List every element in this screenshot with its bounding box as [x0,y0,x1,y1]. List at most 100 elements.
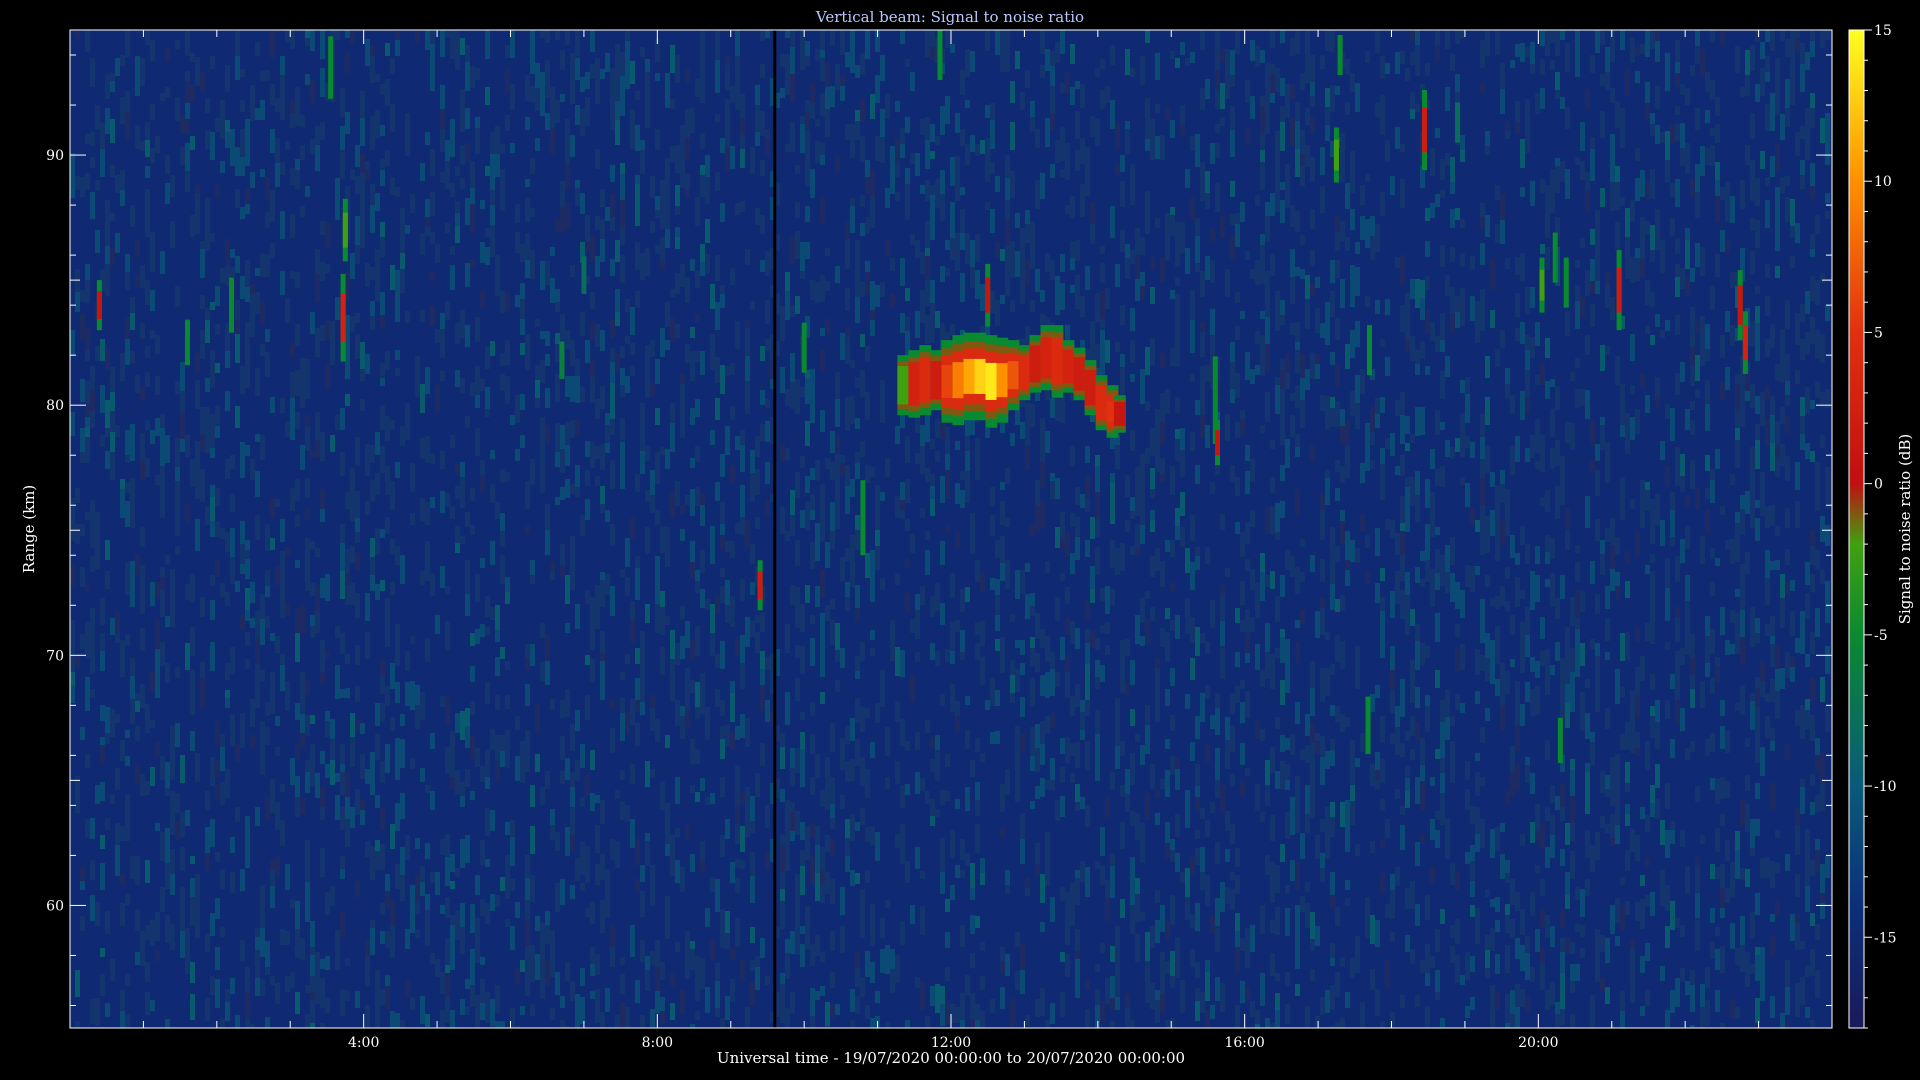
noise-cell [805,906,810,931]
noise-cell [950,830,955,858]
noise-cell [1395,867,1400,886]
noise-cell [1540,964,1545,990]
noise-cell [320,848,325,877]
noise-cell [1015,726,1020,748]
noise-cell [600,386,605,409]
noise-cell [240,727,245,748]
noise-cell [1635,71,1640,83]
noise-cell [480,1003,485,1020]
noise-cell [200,72,205,92]
noise-cell [160,642,165,666]
noise-cell [980,284,985,311]
noise-cell [660,208,665,229]
noise-cell [120,740,125,761]
noise-cell [85,512,90,520]
noise-cell [735,787,740,805]
noise-cell [1005,30,1010,46]
noise-cell [1005,219,1010,246]
noise-cell [1065,166,1070,180]
noise-cell [1405,935,1410,952]
noise-cell [715,1008,720,1017]
noise-cell [1315,1016,1320,1024]
noise-cell [525,334,530,346]
noise-cell [1160,458,1165,474]
noise-cell [1230,465,1235,482]
noise-cell [1550,926,1555,947]
noise-cell [570,835,575,851]
noise-cell [960,233,965,250]
noise-cell [580,744,585,768]
noise-cell [645,833,650,841]
noise-cell [265,524,270,551]
noise-cell [540,261,545,290]
noise-cell [1425,560,1430,582]
noise-cell [1475,834,1480,852]
noise-cell [190,627,195,656]
noise-cell [1240,702,1245,723]
noise-cell [105,219,110,238]
noise-cell [245,188,250,204]
noise-cell [1320,736,1325,757]
noise-cell [265,352,270,377]
noise-cell [675,777,680,804]
noise-cell [930,280,935,303]
noise-cell [1095,638,1100,650]
noise-cell [1460,253,1465,267]
noise-cell [1250,617,1255,632]
noise-cell [1565,872,1570,895]
noise-cell [490,450,495,459]
noise-cell [1380,759,1385,783]
noise-cell [455,911,460,940]
noise-cell [715,43,720,60]
noise-cell [1155,658,1160,668]
noise-cell [1085,171,1090,181]
noise-cell [290,271,295,279]
noise-cell [345,773,350,797]
noise-cell [295,106,300,126]
noise-cell [1555,440,1560,466]
noise-cell [1375,752,1380,770]
noise-cell [705,599,710,610]
noise-cell [815,552,820,561]
noise-cell [1260,162,1265,190]
noise-cell [1445,717,1450,740]
noise-cell [790,382,795,409]
noise-cell [1475,691,1480,704]
noise-cell [360,754,365,779]
noise-cell [1045,317,1050,326]
noise-cell [715,896,720,912]
noise-cell [1085,700,1090,716]
noise-cell [855,268,860,297]
noise-cell [1515,764,1520,791]
noise-cell [790,802,795,812]
noise-cell [250,735,255,748]
noise-cell [1325,30,1330,51]
noise-cell [1575,887,1580,900]
noise-cell [870,216,875,228]
noise-cell [315,412,320,440]
noise-cell [240,713,245,727]
noise-cell [510,84,515,110]
noise-cell [1415,471,1420,495]
noise-cell [1400,743,1405,757]
noise-cell [185,584,190,600]
noise-cell [450,119,455,131]
noise-cell [1280,389,1285,416]
noise-cell [1300,749,1305,760]
noise-cell [1025,210,1030,224]
noise-cell [925,248,930,256]
noise-cell [145,30,150,45]
noise-cell [205,934,210,952]
noise-cell [1610,297,1615,320]
noise-cell [1310,743,1315,768]
noise-cell [1365,443,1370,471]
noise-cell [130,205,135,227]
noise-cell [1340,221,1345,241]
noise-cell [860,441,865,457]
noise-cell [1450,209,1455,228]
noise-cell [870,320,875,336]
noise-cell [1580,591,1585,612]
noise-cell [1125,244,1130,258]
noise-cell [605,574,610,595]
noise-cell [1115,978,1120,997]
